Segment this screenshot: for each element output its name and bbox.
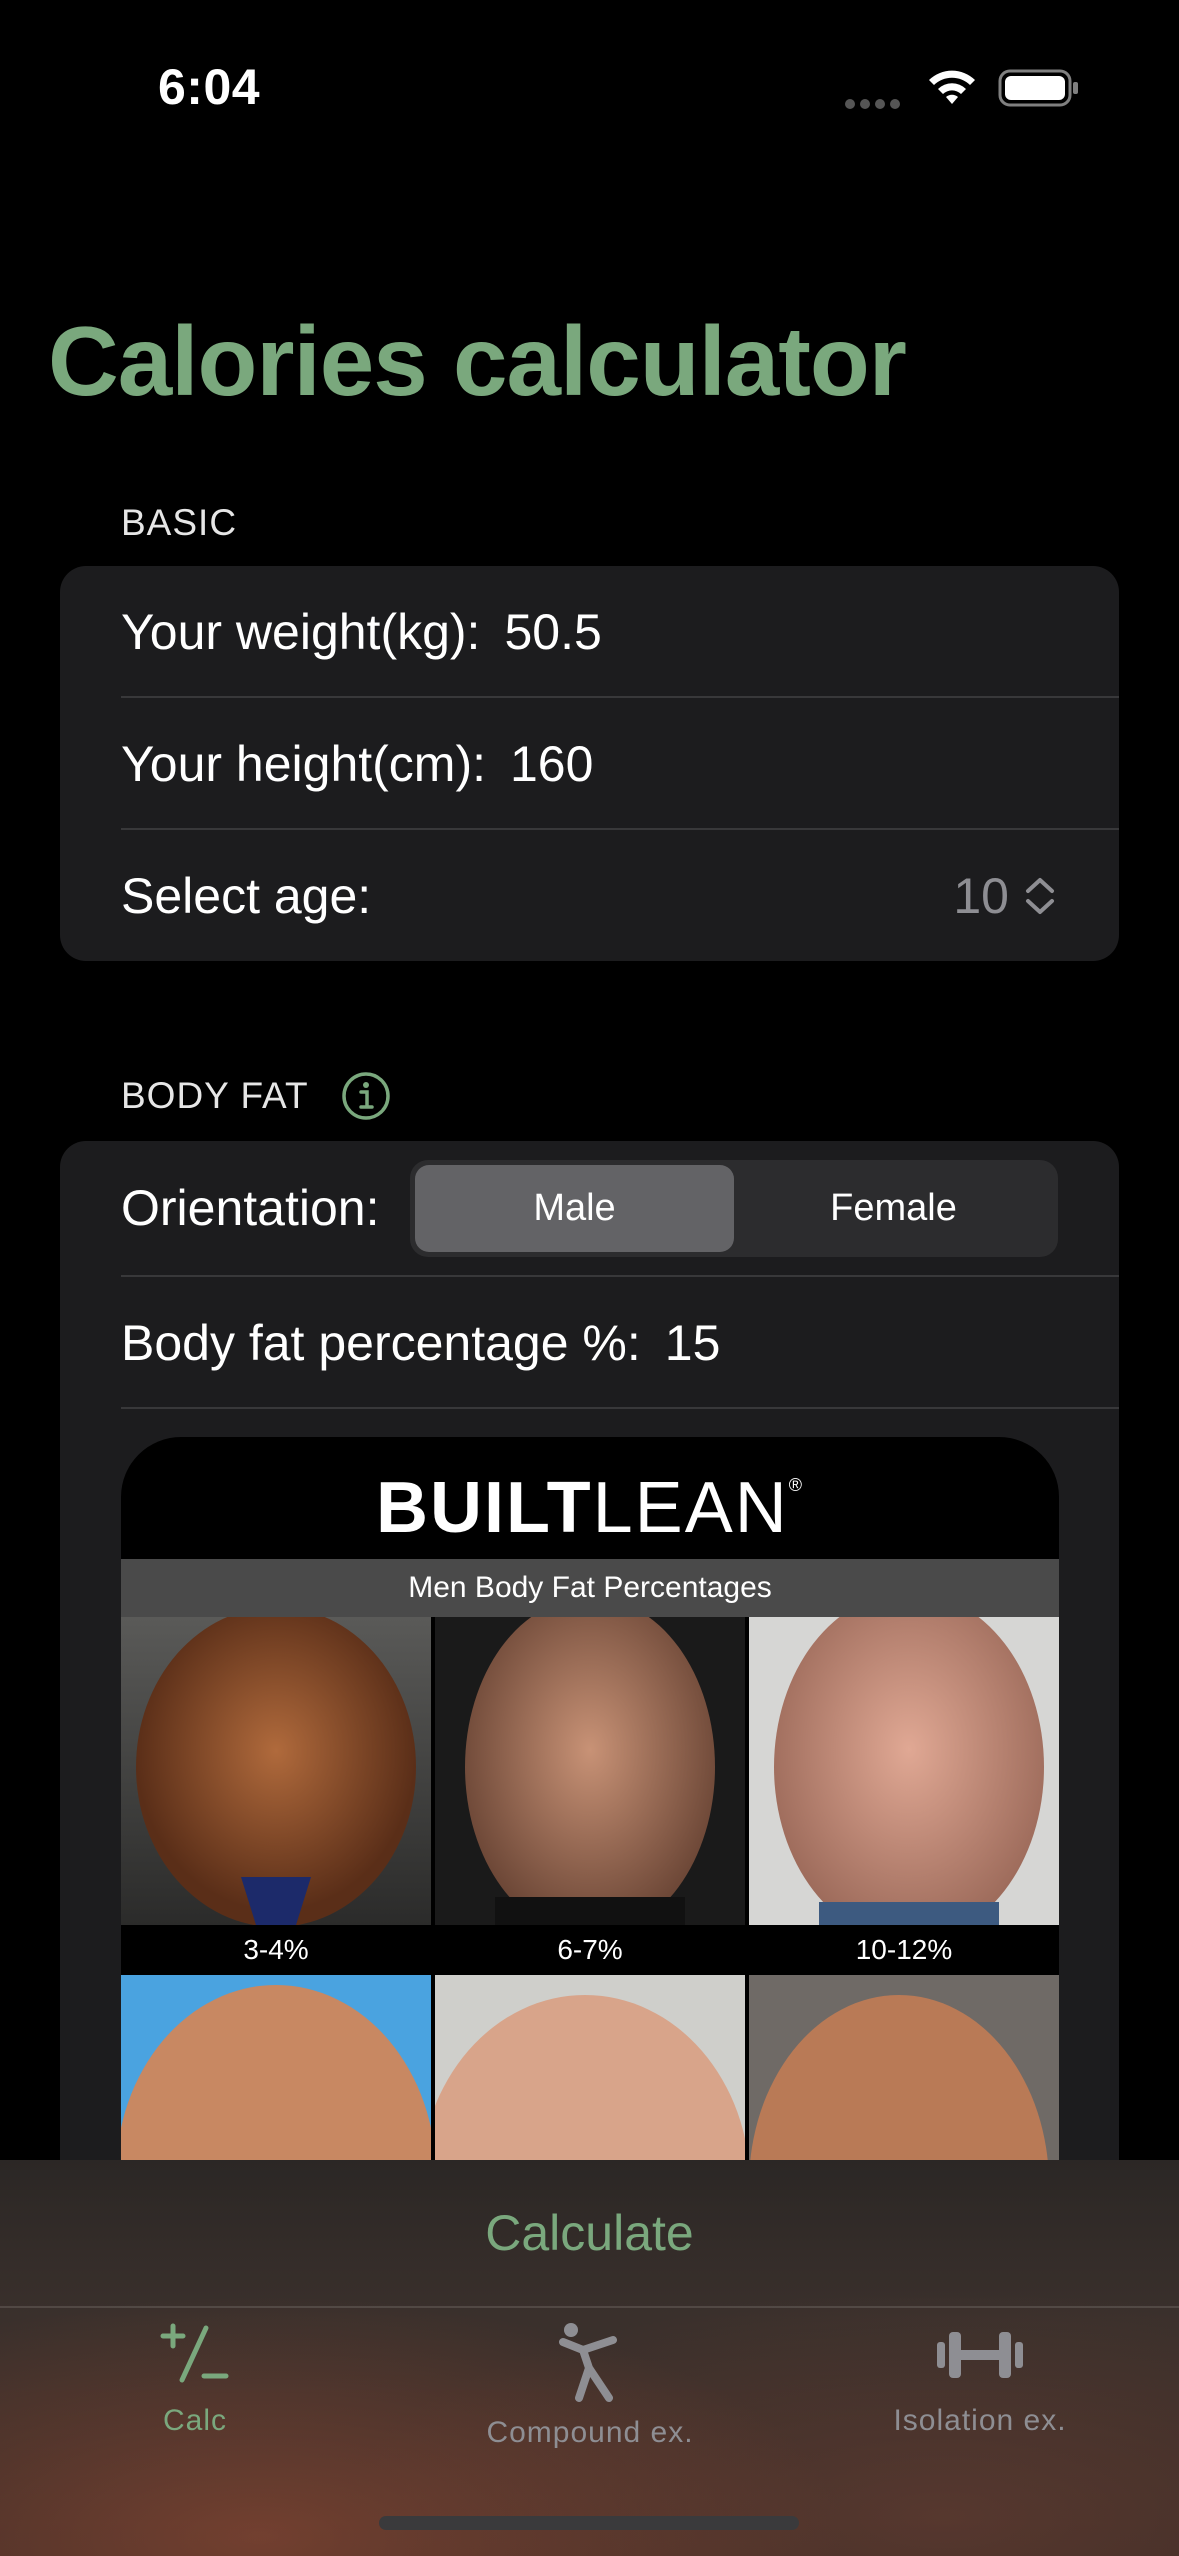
orientation-label: Orientation:: [121, 1180, 380, 1236]
divider: [0, 2306, 1179, 2308]
home-indicator[interactable]: [379, 2516, 799, 2530]
tab-calc[interactable]: Calc: [120, 2320, 270, 2438]
section-header-label: BASIC: [121, 502, 238, 543]
age-label: Select age:: [121, 867, 372, 924]
dumbbell-icon: [937, 2332, 1023, 2378]
tab-label: Calc: [162, 2404, 227, 2437]
image-caption: Men Body Fat Percentages: [121, 1559, 1059, 1617]
page-title: Calories calculator: [48, 306, 907, 416]
photo-3-4-percent: [121, 1617, 431, 1925]
chevron-up-down-icon: [1026, 877, 1054, 914]
tab-label: Isolation ex.: [893, 2404, 1067, 2437]
body-fat-percentage-row[interactable]: Body fat percentage %: 15: [121, 1277, 1119, 1408]
status-bar: 6:04: [0, 0, 1179, 170]
age-row[interactable]: Select age: 10: [121, 830, 1119, 961]
body-fat-percentage-field[interactable]: 15: [665, 1314, 721, 1372]
stretching-figure-icon: [559, 2323, 617, 2402]
orientation-segmented-control[interactable]: Male Female: [410, 1160, 1058, 1257]
section-header-basic: BASIC: [121, 502, 237, 544]
weight-label: Your weight(kg):: [121, 603, 481, 660]
segment-female[interactable]: Female: [734, 1165, 1053, 1252]
builtlean-logo: BUILTLEAN®: [376, 1468, 804, 1548]
tab-isolation-exercises[interactable]: Isolation ex.: [870, 2320, 1090, 2438]
cellular-signal-icon: [845, 96, 905, 109]
section-header-body-fat: BODY FAT: [121, 1071, 391, 1121]
weight-row[interactable]: Your weight(kg): 50.5: [121, 566, 1119, 697]
section-header-label: BODY FAT: [121, 1075, 309, 1116]
body-fat-card: Orientation: Male Female Body fat percen…: [60, 1141, 1119, 2321]
photo-6-7-percent: [435, 1617, 745, 1925]
tab-label: Compound ex.: [486, 2416, 694, 2449]
photo-label: 6-7%: [435, 1925, 745, 1975]
plus-minus-icon: [160, 2323, 229, 2383]
weight-field[interactable]: 50.5: [504, 603, 601, 661]
info-icon[interactable]: [341, 1071, 391, 1121]
height-row[interactable]: Your height(cm): 160: [121, 698, 1119, 829]
photo-10-12-percent: [749, 1617, 1059, 1925]
photo-label: 3-4%: [121, 1925, 431, 1975]
segment-male[interactable]: Male: [415, 1165, 734, 1252]
photo-label: 10-12%: [749, 1925, 1059, 1975]
age-value: 10: [953, 867, 1009, 924]
divider: [121, 1407, 1119, 1409]
wifi-icon: [929, 70, 975, 104]
basic-card: Your weight(kg): 50.5 Your height(cm): 1…: [60, 566, 1119, 961]
body-fat-percentage-label: Body fat percentage %:: [121, 1314, 641, 1371]
height-field[interactable]: 160: [510, 735, 593, 793]
battery-icon: [998, 69, 1078, 107]
status-time: 6:04: [158, 59, 261, 115]
age-picker[interactable]: 10: [953, 867, 1057, 925]
tab-compound-exercises[interactable]: Compound ex.: [460, 2320, 720, 2450]
calculate-button[interactable]: Calculate: [0, 2160, 1179, 2306]
height-label: Your height(cm):: [121, 735, 486, 792]
